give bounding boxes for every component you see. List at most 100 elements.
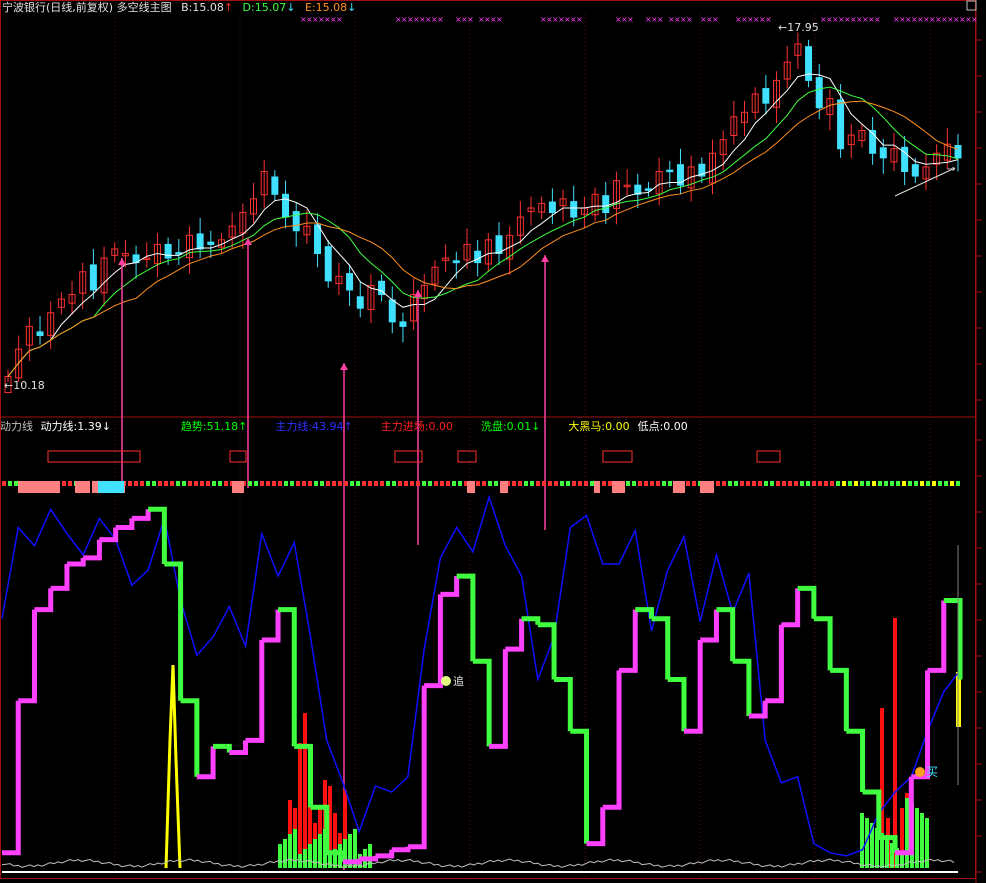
status-dot (488, 481, 492, 486)
status-dot (152, 481, 156, 486)
frame (0, 0, 976, 879)
marker-x: × (576, 15, 583, 24)
power-line-segment (294, 743, 314, 808)
status-block (75, 481, 90, 493)
candle (911, 164, 919, 177)
status-dot (146, 481, 150, 486)
dark-horse-spike (164, 664, 182, 869)
wash-bar (293, 829, 297, 868)
status-dot (14, 481, 18, 486)
status-dot (440, 481, 444, 486)
candle (196, 233, 204, 250)
signal-arrow-head (340, 363, 348, 370)
status-dot (806, 481, 810, 486)
signal-box (47, 450, 141, 463)
status-dot (164, 481, 168, 486)
status-dot (290, 481, 294, 486)
status-dot (368, 481, 372, 486)
status-dot (188, 481, 192, 486)
power-line-segment (2, 700, 21, 856)
status-dot (458, 481, 462, 486)
buy-icon (915, 767, 925, 777)
status-dot (572, 481, 576, 486)
power-line-segment (570, 728, 590, 844)
candle (644, 188, 652, 191)
power-line-segment (424, 594, 443, 689)
status-dot (386, 481, 390, 486)
marker-x: × (496, 15, 503, 24)
status-dot (176, 481, 180, 486)
candle (388, 299, 396, 323)
status-dot (878, 481, 882, 486)
status-dot (632, 481, 636, 486)
chase-label: 追 (453, 674, 464, 688)
candle (324, 246, 332, 282)
status-dot (362, 481, 366, 486)
status-dot (434, 481, 438, 486)
candle (762, 88, 770, 104)
power-line-segment (813, 616, 833, 671)
status-dot (944, 481, 948, 486)
status-dot (890, 481, 894, 486)
candle (207, 241, 215, 245)
status-dot (542, 481, 546, 486)
signal-arrow-head (541, 255, 549, 262)
candle (314, 224, 322, 255)
candle (548, 201, 556, 214)
status-dot (920, 481, 924, 486)
status-dot (716, 481, 720, 486)
power-line-segment (245, 640, 265, 743)
signal-box (756, 450, 781, 463)
candle (346, 273, 354, 291)
status-dot (854, 481, 858, 486)
status-dot (8, 481, 12, 486)
power-line-segment (911, 670, 931, 780)
marker-x: × (712, 15, 719, 24)
status-dot (494, 481, 498, 486)
status-dot (740, 481, 744, 486)
status-dot (158, 481, 162, 486)
status-block (467, 481, 475, 493)
status-dot (914, 481, 918, 486)
status-dot (182, 481, 186, 486)
status-dot (314, 481, 318, 486)
candle (879, 147, 887, 159)
chase-icon (441, 676, 451, 686)
marker-x: × (627, 15, 634, 24)
status-dot (872, 481, 876, 486)
status-dot (848, 481, 852, 486)
status-dot (884, 481, 888, 486)
status-dot (398, 481, 402, 486)
status-dot (656, 481, 660, 486)
status-block (232, 481, 244, 493)
moving-averages (7, 73, 959, 377)
status-dot (734, 481, 738, 486)
marker-x: × (437, 15, 444, 24)
ma-white-line (7, 73, 959, 377)
marker-x: × (336, 15, 343, 24)
status-dot (956, 481, 960, 486)
status-dot (254, 481, 258, 486)
status-dot (896, 481, 900, 486)
main-entry-bar (303, 713, 307, 868)
status-block (500, 481, 508, 493)
buy-label: 买 (926, 765, 938, 779)
status-dot (476, 481, 480, 486)
status-dot (554, 481, 558, 486)
candle (399, 321, 407, 327)
status-dot (584, 481, 588, 486)
status-dot (194, 481, 198, 486)
wash-bar (905, 798, 909, 868)
status-dot (392, 481, 396, 486)
status-dot (308, 481, 312, 486)
status-dot (626, 481, 630, 486)
power-line-segment (131, 509, 151, 521)
status-dot (860, 481, 864, 486)
power-line-segment (472, 658, 492, 747)
candle (666, 169, 674, 173)
status-dot (332, 481, 336, 486)
status-block (18, 481, 60, 493)
status-dot (776, 481, 780, 486)
signal-arrow-head (118, 258, 126, 265)
status-block-cyan (98, 481, 124, 493)
